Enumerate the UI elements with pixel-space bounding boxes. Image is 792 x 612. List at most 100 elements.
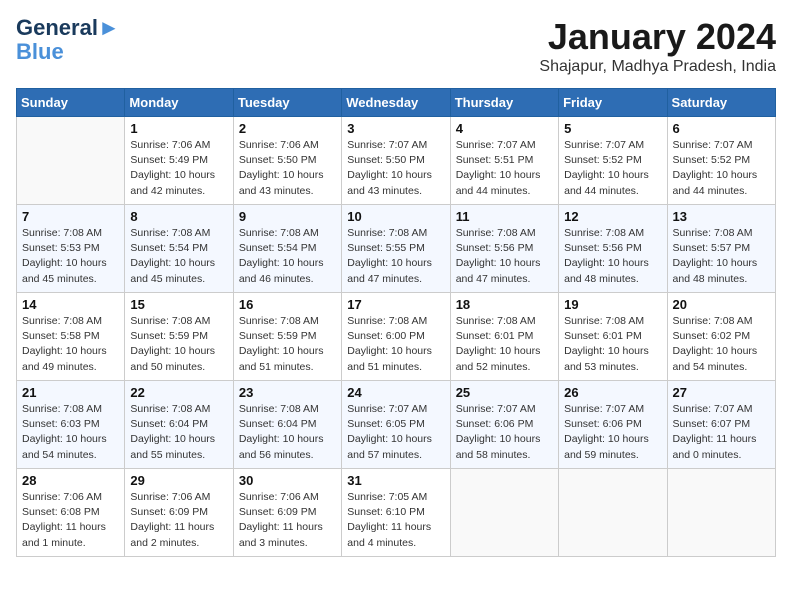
day-cell: 1 Sunrise: 7:06 AM Sunset: 5:49 PM Daylig… [125,117,233,205]
calendar-subtitle: Shajapur, Madhya Pradesh, India [539,58,776,76]
day-cell: 31 Sunrise: 7:05 AM Sunset: 6:10 PM Dayli… [342,469,450,557]
day-number: 10 [347,209,444,224]
day-info: Sunrise: 7:08 AM Sunset: 6:03 PM Dayligh… [22,402,119,463]
week-row-2: 7 Sunrise: 7:08 AM Sunset: 5:53 PM Daylig… [17,205,776,293]
day-info: Sunrise: 7:08 AM Sunset: 5:58 PM Dayligh… [22,314,119,375]
day-number: 22 [130,385,227,400]
day-cell: 19 Sunrise: 7:08 AM Sunset: 6:01 PM Dayli… [559,293,667,381]
day-info: Sunrise: 7:08 AM Sunset: 5:53 PM Dayligh… [22,226,119,287]
day-number: 29 [130,473,227,488]
day-info: Sunrise: 7:08 AM Sunset: 5:59 PM Dayligh… [130,314,227,375]
day-cell [667,469,775,557]
calendar-title: January 2024 [539,16,776,58]
day-info: Sunrise: 7:05 AM Sunset: 6:10 PM Dayligh… [347,490,444,551]
day-number: 17 [347,297,444,312]
weekday-header-tuesday: Tuesday [233,89,341,117]
day-number: 9 [239,209,336,224]
day-cell: 26Sunrise: 7:07 AM Sunset: 6:06 PM Dayli… [559,381,667,469]
day-cell: 28Sunrise: 7:06 AM Sunset: 6:08 PM Dayli… [17,469,125,557]
day-number: 1 [130,121,227,136]
day-number: 24 [347,385,444,400]
week-row-1: 1 Sunrise: 7:06 AM Sunset: 5:49 PM Daylig… [17,117,776,205]
day-info: Sunrise: 7:06 AM Sunset: 6:09 PM Dayligh… [130,490,227,551]
day-info: Sunrise: 7:08 AM Sunset: 6:01 PM Dayligh… [456,314,553,375]
weekday-header-saturday: Saturday [667,89,775,117]
day-info: Sunrise: 7:08 AM Sunset: 5:57 PM Dayligh… [673,226,770,287]
day-number: 19 [564,297,661,312]
weekday-header-row: SundayMondayTuesdayWednesdayThursdayFrid… [17,89,776,117]
day-info: Sunrise: 7:07 AM Sunset: 6:07 PM Dayligh… [673,402,770,463]
day-cell: 5 Sunrise: 7:07 AM Sunset: 5:52 PM Daylig… [559,117,667,205]
day-info: Sunrise: 7:08 AM Sunset: 5:55 PM Dayligh… [347,226,444,287]
day-cell: 14Sunrise: 7:08 AM Sunset: 5:58 PM Dayli… [17,293,125,381]
day-cell: 12 Sunrise: 7:08 AM Sunset: 5:56 PM Dayli… [559,205,667,293]
day-info: Sunrise: 7:08 AM Sunset: 5:54 PM Dayligh… [130,226,227,287]
day-number: 2 [239,121,336,136]
day-cell: 4Sunrise: 7:07 AM Sunset: 5:51 PM Daylig… [450,117,558,205]
day-info: Sunrise: 7:08 AM Sunset: 6:02 PM Dayligh… [673,314,770,375]
title-area: January 2024 Shajapur, Madhya Pradesh, I… [539,16,776,76]
day-cell: 24 Sunrise: 7:07 AM Sunset: 6:05 PM Dayli… [342,381,450,469]
day-number: 18 [456,297,553,312]
day-cell: 27 Sunrise: 7:07 AM Sunset: 6:07 PM Dayli… [667,381,775,469]
day-cell: 10 Sunrise: 7:08 AM Sunset: 5:55 PM Dayli… [342,205,450,293]
weekday-header-friday: Friday [559,89,667,117]
day-number: 16 [239,297,336,312]
day-info: Sunrise: 7:07 AM Sunset: 6:05 PM Dayligh… [347,402,444,463]
day-number: 21 [22,385,119,400]
day-number: 4 [456,121,553,136]
day-info: Sunrise: 7:08 AM Sunset: 5:59 PM Dayligh… [239,314,336,375]
day-cell: 29 Sunrise: 7:06 AM Sunset: 6:09 PM Dayli… [125,469,233,557]
day-cell: 2 Sunrise: 7:06 AM Sunset: 5:50 PM Daylig… [233,117,341,205]
logo-text: General►Blue [16,16,120,64]
weekday-header-wednesday: Wednesday [342,89,450,117]
weekday-header-thursday: Thursday [450,89,558,117]
day-number: 5 [564,121,661,136]
day-info: Sunrise: 7:08 AM Sunset: 6:04 PM Dayligh… [130,402,227,463]
day-number: 3 [347,121,444,136]
day-cell: 16 Sunrise: 7:08 AM Sunset: 5:59 PM Dayli… [233,293,341,381]
day-cell: 15 Sunrise: 7:08 AM Sunset: 5:59 PM Dayli… [125,293,233,381]
day-info: Sunrise: 7:06 AM Sunset: 6:09 PM Dayligh… [239,490,336,551]
day-number: 20 [673,297,770,312]
day-info: Sunrise: 7:06 AM Sunset: 5:50 PM Dayligh… [239,138,336,199]
logo: General►Blue [16,16,120,64]
day-number: 27 [673,385,770,400]
day-number: 31 [347,473,444,488]
day-cell: 8Sunrise: 7:08 AM Sunset: 5:54 PM Daylig… [125,205,233,293]
day-cell: 7 Sunrise: 7:08 AM Sunset: 5:53 PM Daylig… [17,205,125,293]
day-number: 12 [564,209,661,224]
calendar-table: SundayMondayTuesdayWednesdayThursdayFrid… [16,88,776,557]
day-cell: 6 Sunrise: 7:07 AM Sunset: 5:52 PM Daylig… [667,117,775,205]
day-cell: 30Sunrise: 7:06 AM Sunset: 6:09 PM Dayli… [233,469,341,557]
day-cell: 17 Sunrise: 7:08 AM Sunset: 6:00 PM Dayli… [342,293,450,381]
day-info: Sunrise: 7:07 AM Sunset: 6:06 PM Dayligh… [564,402,661,463]
day-number: 25 [456,385,553,400]
day-info: Sunrise: 7:07 AM Sunset: 5:52 PM Dayligh… [564,138,661,199]
day-cell: 21 Sunrise: 7:08 AM Sunset: 6:03 PM Dayli… [17,381,125,469]
day-cell [450,469,558,557]
day-number: 15 [130,297,227,312]
day-info: Sunrise: 7:08 AM Sunset: 6:04 PM Dayligh… [239,402,336,463]
day-info: Sunrise: 7:08 AM Sunset: 5:54 PM Dayligh… [239,226,336,287]
day-info: Sunrise: 7:08 AM Sunset: 5:56 PM Dayligh… [564,226,661,287]
day-cell [17,117,125,205]
day-cell: 3 Sunrise: 7:07 AM Sunset: 5:50 PM Daylig… [342,117,450,205]
day-info: Sunrise: 7:06 AM Sunset: 5:49 PM Dayligh… [130,138,227,199]
day-cell: 13Sunrise: 7:08 AM Sunset: 5:57 PM Dayli… [667,205,775,293]
day-cell: 25 Sunrise: 7:07 AM Sunset: 6:06 PM Dayli… [450,381,558,469]
day-info: Sunrise: 7:08 AM Sunset: 6:01 PM Dayligh… [564,314,661,375]
day-number: 11 [456,209,553,224]
day-cell: 18 Sunrise: 7:08 AM Sunset: 6:01 PM Dayli… [450,293,558,381]
week-row-4: 21 Sunrise: 7:08 AM Sunset: 6:03 PM Dayli… [17,381,776,469]
day-number: 6 [673,121,770,136]
day-number: 7 [22,209,119,224]
day-info: Sunrise: 7:07 AM Sunset: 6:06 PM Dayligh… [456,402,553,463]
weekday-header-sunday: Sunday [17,89,125,117]
day-cell: 9 Sunrise: 7:08 AM Sunset: 5:54 PM Daylig… [233,205,341,293]
week-row-3: 14Sunrise: 7:08 AM Sunset: 5:58 PM Dayli… [17,293,776,381]
day-info: Sunrise: 7:07 AM Sunset: 5:52 PM Dayligh… [673,138,770,199]
day-info: Sunrise: 7:08 AM Sunset: 6:00 PM Dayligh… [347,314,444,375]
day-info: Sunrise: 7:07 AM Sunset: 5:50 PM Dayligh… [347,138,444,199]
page-header: General►Blue January 2024 Shajapur, Madh… [16,16,776,76]
